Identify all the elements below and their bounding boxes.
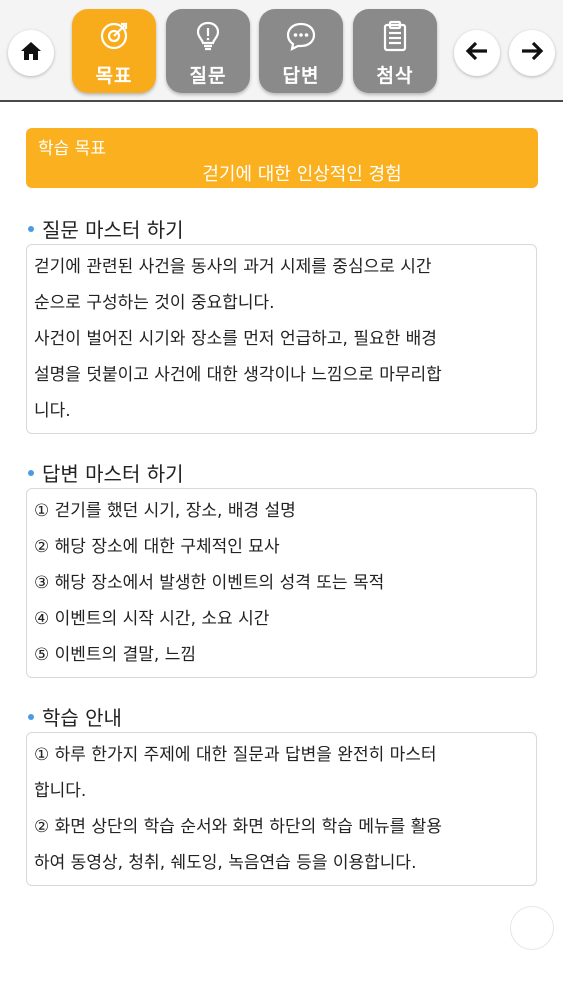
tab-correction-label: 첨삭 xyxy=(376,65,414,87)
floating-action-button[interactable] xyxy=(510,906,554,950)
top-nav-bar: 목표 질문 답변 첨삭 xyxy=(0,0,563,102)
bullet-icon xyxy=(28,713,34,720)
bullet-icon xyxy=(28,469,34,476)
answer-master-line: ③ 해당 장소에서 발생한 이벤트의 성격 또는 목적 xyxy=(34,573,385,593)
clipboard-icon xyxy=(378,19,412,53)
question-master-heading: 질문 마스터 하기 xyxy=(28,214,184,243)
study-guide-card: ① 하루 한가지 주제에 대한 질문과 답변을 완전히 마스터 합니다. ② 화… xyxy=(26,732,537,886)
question-master-line: 순으로 구성하는 것이 중요합니다. xyxy=(34,293,275,313)
tab-answer-label: 답변 xyxy=(282,65,320,87)
home-icon xyxy=(20,41,42,65)
answer-master-card: ① 걷기를 했던 시기, 장소, 배경 설명 ② 해당 장소에 대한 구체적인 … xyxy=(26,488,537,678)
bullet-icon xyxy=(28,225,34,232)
goal-title: 걷기에 대한 인상적인 경험 xyxy=(202,164,402,185)
question-master-line: 설명을 덧붙이고 사건에 대한 생각이나 느낌으로 마무리합 xyxy=(34,365,442,385)
goal-label: 학습 목표 xyxy=(38,139,106,159)
answer-master-line: ① 걷기를 했던 시기, 장소, 배경 설명 xyxy=(34,501,296,521)
question-master-line: 니다. xyxy=(34,401,71,421)
answer-master-title: 답변 마스터 하기 xyxy=(42,462,184,486)
question-master-line: 사건이 벌어진 시기와 장소를 먼저 언급하고, 필요한 배경 xyxy=(34,329,437,349)
question-master-line: 걷기에 관련된 사건을 동사의 과거 시제를 중심으로 시간 xyxy=(34,257,432,277)
study-guide-title: 학습 안내 xyxy=(42,706,122,730)
arrow-left-icon xyxy=(465,41,489,65)
tab-question[interactable]: 질문 xyxy=(166,9,250,93)
study-guide-line: 하여 동영상, 청취, 쉐도잉, 녹음연습 등을 이용합니다. xyxy=(34,853,417,873)
study-guide-line: ② 화면 상단의 학습 순서와 화면 하단의 학습 메뉴를 활용 xyxy=(34,817,442,837)
target-icon xyxy=(97,19,131,53)
tab-goal[interactable]: 목표 xyxy=(72,9,156,93)
tab-question-label: 질문 xyxy=(189,65,227,87)
answer-master-line: ② 해당 장소에 대한 구체적인 묘사 xyxy=(34,537,280,557)
tab-goal-label: 목표 xyxy=(95,65,133,87)
forward-button[interactable] xyxy=(509,30,555,76)
study-guide-heading: 학습 안내 xyxy=(28,702,122,731)
study-guide-line: ① 하루 한가지 주제에 대한 질문과 답변을 완전히 마스터 xyxy=(34,745,437,765)
arrow-right-icon xyxy=(520,41,544,65)
lightbulb-icon xyxy=(191,19,225,53)
question-master-title: 질문 마스터 하기 xyxy=(42,218,184,242)
back-button[interactable] xyxy=(454,30,500,76)
tab-correction[interactable]: 첨삭 xyxy=(353,9,437,93)
answer-master-line: ④ 이벤트의 시작 시간, 소요 시간 xyxy=(34,609,270,629)
question-master-card: 걷기에 관련된 사건을 동사의 과거 시제를 중심으로 시간 순으로 구성하는 … xyxy=(26,244,537,434)
study-guide-line: 합니다. xyxy=(34,781,87,801)
answer-master-heading: 답변 마스터 하기 xyxy=(28,458,184,487)
answer-master-line: ⑤ 이벤트의 결말, 느낌 xyxy=(34,645,196,665)
tab-answer[interactable]: 답변 xyxy=(259,9,343,93)
home-button[interactable] xyxy=(8,30,54,76)
learning-goal-box: 학습 목표 걷기에 대한 인상적인 경험 xyxy=(26,128,538,188)
speech-bubble-icon xyxy=(284,19,318,53)
